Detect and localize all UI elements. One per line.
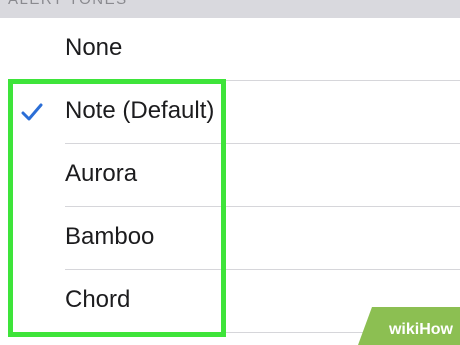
tone-label: None xyxy=(65,34,123,61)
tone-label: Aurora xyxy=(65,160,138,187)
tone-label: Chord xyxy=(65,286,131,313)
section-header: ALERT TONES xyxy=(0,0,460,18)
tone-row-none[interactable]: None xyxy=(0,18,460,81)
tone-row-note-default[interactable]: Note (Default) xyxy=(0,81,460,144)
tone-row-aurora[interactable]: Aurora xyxy=(0,144,460,207)
watermark-text: wikiHow xyxy=(388,321,453,338)
tone-label: Bamboo xyxy=(65,223,155,250)
watermark: wikiHow xyxy=(358,307,460,345)
tone-row-bamboo[interactable]: Bamboo xyxy=(0,207,460,270)
tone-list: None Note (Default) Aurora Bamboo Chord xyxy=(0,18,460,345)
checkmark-icon xyxy=(21,103,43,121)
section-header-label: ALERT TONES xyxy=(8,0,128,8)
tone-label: Note (Default) xyxy=(65,97,215,124)
